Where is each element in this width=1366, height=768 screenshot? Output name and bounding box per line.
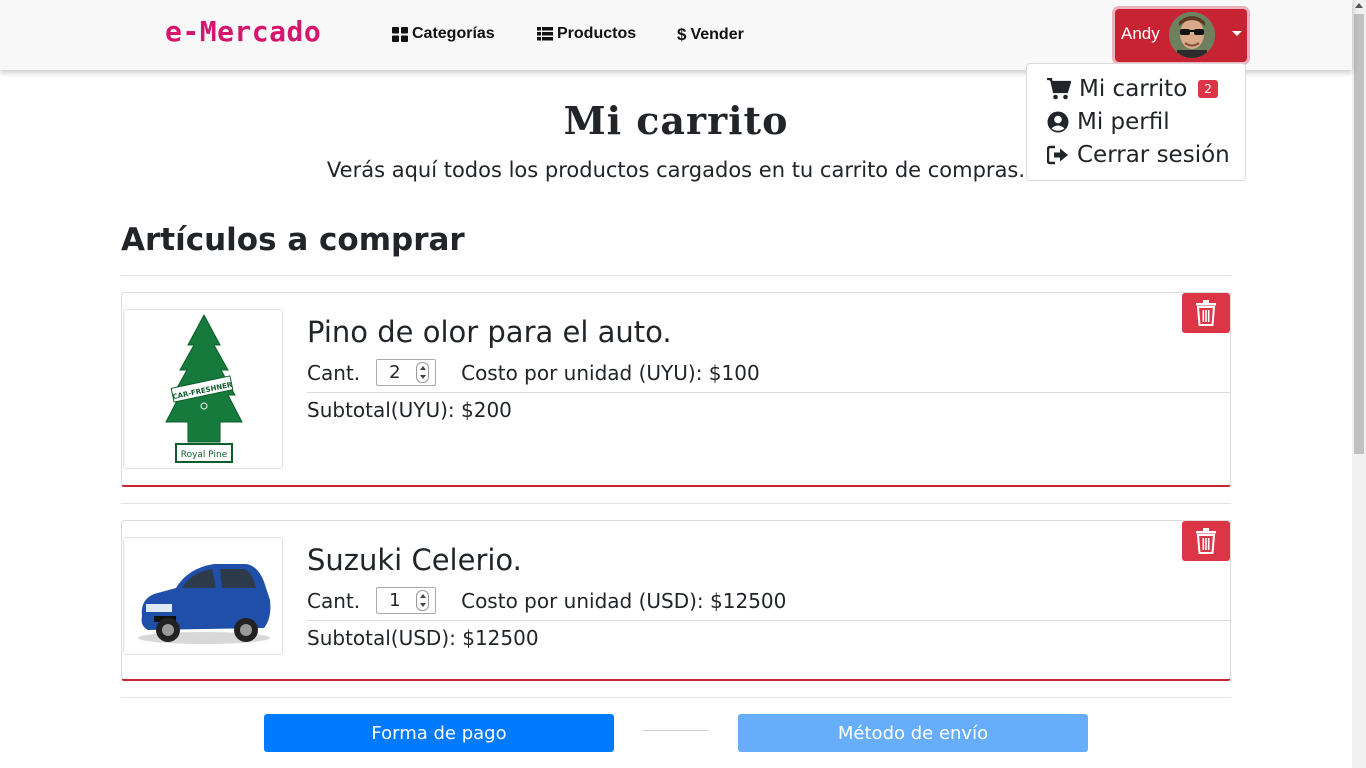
cart-item: CAR-FRESHNER Royal Pine Pino de olor par… [121,292,1231,487]
quantity-label: Cant. [307,588,361,613]
quantity-value: 1 [389,590,401,611]
quantity-stepper[interactable]: 2 [376,359,437,386]
cart-item: Suzuki Celerio. Cant. 1 Costo por unidad… [121,520,1231,681]
quantity-stepper[interactable]: 1 [376,587,437,614]
divider [307,620,1231,621]
product-image [123,537,283,655]
nav-vender-label: Vender [690,26,744,43]
unit-cost: Costo por unidad (USD): $12500 [461,588,787,613]
trash-icon [1196,300,1216,326]
spinner-arrows-icon[interactable] [416,590,430,611]
product-image: CAR-FRESHNER Royal Pine [123,309,283,469]
menu-item-label: Mi carrito [1079,76,1188,102]
divider [643,730,708,731]
spinner-arrows-icon[interactable] [416,362,430,383]
nav-productos-label: Productos [557,25,637,42]
cart-icon [1047,78,1071,100]
product-name: Pino de olor para el auto. [307,315,672,349]
delete-item-button[interactable] [1182,293,1230,333]
menu-item-mi-carrito[interactable]: Mi carrito 2 [1047,76,1218,102]
delete-item-button[interactable] [1182,521,1230,561]
section-title: Artículos a comprar [121,222,465,258]
shipping-method-button[interactable]: Método de envío [738,714,1088,752]
quantity-value: 2 [389,362,401,383]
unit-cost: Costo por unidad (UYU): $100 [461,360,760,385]
user-name: Andy [1121,24,1160,43]
trash-icon [1196,528,1216,554]
divider [121,697,1231,698]
nav-categorias[interactable]: Categorías [392,25,495,43]
user-dropdown-menu: Mi carrito 2 Mi perfil Cerrar sesión [1026,63,1246,181]
product-name: Suzuki Celerio. [307,543,522,577]
divider [121,275,1231,276]
payment-method-button[interactable]: Forma de pago [264,714,614,752]
blue-car-image [124,538,282,654]
scrollbar-thumb[interactable] [1354,14,1364,454]
user-circle-icon [1047,111,1069,133]
avatar [1169,12,1215,58]
svg-text:Royal Pine: Royal Pine [181,450,228,460]
quantity-label: Cant. [307,360,361,385]
nav-categorias-label: Categorías [412,25,495,42]
car-freshener-image: CAR-FRESHNER Royal Pine [124,310,282,468]
user-menu-button[interactable]: Andy [1115,9,1247,62]
dollar-icon: $ [677,25,687,44]
menu-item-label: Mi perfil [1077,109,1170,135]
scrollbar[interactable] [1352,0,1366,768]
menu-item-mi-perfil[interactable]: Mi perfil [1047,109,1170,135]
subtotal: Subtotal(USD): $12500 [307,626,539,650]
divider [121,503,1231,504]
nav-productos[interactable]: Productos [537,25,636,43]
grid-icon [392,26,408,42]
menu-item-cerrar-sesion[interactable]: Cerrar sesión [1047,142,1230,168]
navbar: e-Mercado Categorías Productos $ Vender … [0,0,1352,70]
scroll-up-arrow-icon[interactable] [1355,3,1363,8]
brand-logo[interactable]: e-Mercado [165,15,321,48]
divider [307,392,1231,393]
nav-vender[interactable]: $ Vender [677,25,744,45]
sign-out-icon [1047,145,1068,165]
cart-count-badge: 2 [1198,80,1218,98]
list-icon [537,27,553,41]
subtotal: Subtotal(UYU): $200 [307,398,512,422]
chevron-down-icon [1232,31,1242,36]
menu-item-label: Cerrar sesión [1077,142,1230,168]
